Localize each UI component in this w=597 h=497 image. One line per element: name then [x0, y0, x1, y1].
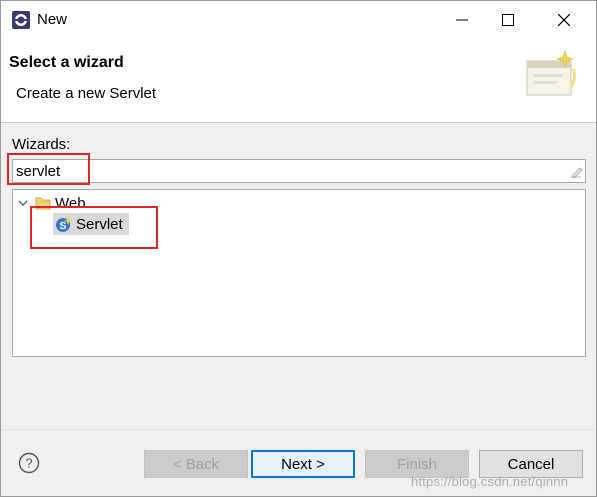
next-button[interactable]: Next >: [251, 450, 355, 478]
wizard-filter-input[interactable]: [16, 162, 556, 180]
minimize-button[interactable]: [439, 1, 485, 39]
new-wizard-dialog: New Select a wizard Create a new Servlet…: [0, 0, 597, 497]
footer-divider: [1, 429, 596, 430]
back-button[interactable]: < Back: [144, 450, 248, 478]
chevron-down-icon[interactable]: [17, 197, 29, 209]
title-bar: New: [1, 1, 596, 39]
page-description: Create a new Servlet: [16, 85, 157, 102]
close-icon: [558, 14, 570, 26]
watermark: https://blog.csdn.net/qinnn: [411, 474, 569, 489]
minimize-icon: [456, 19, 468, 21]
annotation-box-filter: [7, 153, 90, 185]
annotation-box-servlet: [30, 206, 158, 249]
close-button[interactable]: [541, 1, 587, 39]
window-title: New: [37, 11, 68, 28]
maximize-button[interactable]: [485, 1, 531, 39]
page-title: Select a wizard: [9, 54, 124, 71]
wizards-label: Wizards:: [12, 136, 71, 153]
clear-filter-icon[interactable]: [569, 164, 583, 178]
help-icon[interactable]: ?: [18, 452, 40, 474]
eclipse-icon: [12, 11, 30, 29]
svg-text:?: ?: [25, 456, 32, 471]
wizard-header: Select a wizard Create a new Servlet: [1, 39, 596, 123]
wizard-banner-icon: [526, 50, 577, 96]
wizard-filter[interactable]: [12, 159, 586, 183]
maximize-icon: [502, 14, 514, 26]
